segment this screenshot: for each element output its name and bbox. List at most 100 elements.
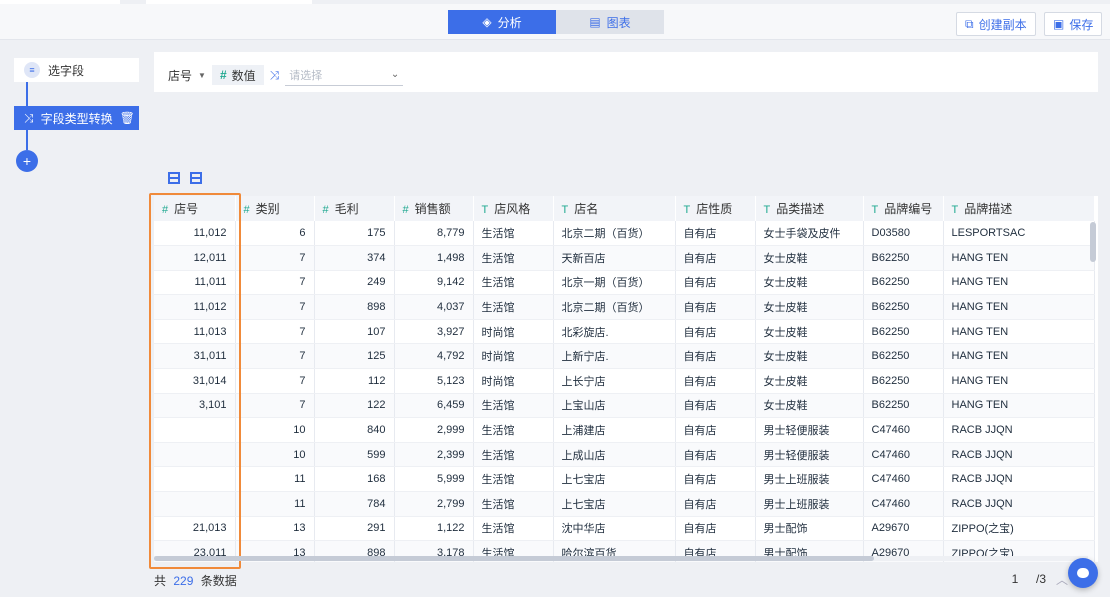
column-header[interactable]: T 店风格 xyxy=(473,196,554,221)
horizontal-scrollbar[interactable] xyxy=(154,556,1088,561)
tab-chart-label: 图表 xyxy=(606,15,631,30)
table-cell: 107 xyxy=(314,319,395,345)
table-row[interactable]: 11,013 7 107 3,927 时尚馆 北彩旋店. 自有店 女士皮鞋 B62250 HANG… xyxy=(154,319,1095,345)
table-cell: 249 xyxy=(314,270,395,296)
table-cell: B62250 xyxy=(863,245,944,271)
table-cell: 1,498 xyxy=(394,245,474,271)
table-cell: 11,012 xyxy=(154,294,236,320)
type-select[interactable]: 请选择 ⌄ xyxy=(285,64,404,86)
table-row[interactable]: 11 784 2,799 生活馆 上七宝店 自有店 男士上班服装 C47460 RACB JJQ… xyxy=(154,491,1095,517)
chevron-up-icon[interactable]: ︿ xyxy=(1056,571,1068,588)
column-header-label: 店性质 xyxy=(696,202,733,216)
chevron-down-icon[interactable]: ▼ xyxy=(198,71,206,80)
table-cell: 3,101 xyxy=(154,393,236,419)
table-cell: B62250 xyxy=(863,368,944,394)
number-type-icon: # xyxy=(322,204,329,216)
table-cell: 男士轻便服装 xyxy=(755,442,864,468)
chat-icon[interactable] xyxy=(1068,558,1098,588)
type-badge[interactable]: # 数值 xyxy=(211,65,264,85)
number-type-icon: # xyxy=(402,204,409,216)
table-cell: 4,792 xyxy=(394,343,474,370)
table-cell: HANG TEN xyxy=(943,270,1095,296)
view-tabs: ◈ 分析 ▤ 图表 xyxy=(448,10,664,34)
table-cell: HANG TEN xyxy=(943,245,1095,271)
column-header[interactable]: T 店名 xyxy=(553,196,676,221)
table-cell: 自有店 xyxy=(675,319,756,345)
table-row[interactable]: 10 599 2,399 生活馆 上成山店 自有店 男士轻便服装 C47460 RACB JJQ… xyxy=(154,442,1095,468)
table-cell xyxy=(154,491,236,517)
table-cell: 784 xyxy=(314,491,395,517)
table-cell: 7 xyxy=(235,343,315,370)
data-table: # 店号 # 类别 # 毛利 # 销售额 T 店风格 T 店名 T 店性质 T 品类描述 T 品牌编号 T 品牌描述 … xyxy=(154,196,1098,562)
table-cell: RACB JJQN xyxy=(943,491,1095,517)
table-cell: 女士皮鞋 xyxy=(755,343,864,370)
table-cell: 上宝山店 xyxy=(553,393,676,419)
table-cell: 8,779 xyxy=(394,221,474,247)
field-name: 店号 xyxy=(168,68,193,83)
table-cell: 175 xyxy=(314,221,395,247)
table-cell: 自有店 xyxy=(675,294,756,320)
tab-analyze[interactable]: ◈ 分析 xyxy=(448,10,556,34)
table-cell: 10 xyxy=(235,442,315,468)
table-cell: 上长宁店 xyxy=(553,368,676,394)
table-cell: 291 xyxy=(314,516,395,542)
column-header[interactable]: T 店性质 xyxy=(675,196,756,221)
table-view-icon[interactable] xyxy=(168,172,180,184)
column-header[interactable]: T 品牌编号 xyxy=(863,196,944,221)
table-cell: 自有店 xyxy=(675,270,756,296)
table-cell: 女士皮鞋 xyxy=(755,270,864,296)
tab-chart[interactable]: ▤ 图表 xyxy=(556,10,664,34)
column-header[interactable]: # 类别 xyxy=(235,196,315,221)
table-cell: 自有店 xyxy=(675,245,756,271)
field-config-panel: 店号 ▼ # 数值 ⤨ 请选择 ⌄ xyxy=(154,52,1098,92)
table-row[interactable]: 21,013 13 291 1,122 生活馆 沈中华店 自有店 男士配饰 A29670 ZIPP… xyxy=(154,516,1095,542)
table-cell: 5,123 xyxy=(394,368,474,394)
table-cell: 2,999 xyxy=(394,417,474,443)
table-cell: 374 xyxy=(314,245,395,271)
table-cell: 自有店 xyxy=(675,417,756,443)
table-cell: 2,399 xyxy=(394,442,474,468)
table-row[interactable]: 12,011 7 374 1,498 生活馆 天新百店 自有店 女士皮鞋 B62250 HANG … xyxy=(154,245,1095,271)
table-cell: 自有店 xyxy=(675,516,756,542)
column-header[interactable]: # 店号 xyxy=(154,196,236,221)
table-row[interactable]: 3,101 7 122 6,459 生活馆 上宝山店 自有店 女士皮鞋 B62250 HANG T… xyxy=(154,393,1095,419)
table-cell: A29670 xyxy=(863,516,944,542)
column-header[interactable]: T 品牌描述 xyxy=(943,196,1095,221)
table-row[interactable]: 11,012 7 898 4,037 生活馆 北京二期（百货） 自有店 女士皮鞋 B62250 H… xyxy=(154,294,1095,320)
table-cell: C47460 xyxy=(863,491,944,517)
text-type-icon: T xyxy=(951,204,959,216)
add-step-button[interactable]: + xyxy=(16,150,38,172)
column-header[interactable]: # 毛利 xyxy=(314,196,395,221)
table-row[interactable]: 11,012 6 175 8,779 生活馆 北京二期（百货） 自有店 女士手袋及皮件 D035… xyxy=(154,221,1095,247)
vertical-scrollbar[interactable] xyxy=(1090,222,1096,262)
table-cell: 21,013 xyxy=(154,516,236,542)
table-row[interactable]: 31,014 7 112 5,123 时尚馆 上长宁店 自有店 女士皮鞋 B62250 HANG … xyxy=(154,368,1095,394)
save-label: 保存 xyxy=(1069,17,1094,32)
create-copy-button[interactable]: ⧉ 创建副本 xyxy=(956,12,1036,36)
table-cell: 上浦建店 xyxy=(553,417,676,443)
table-cell: 上成山店 xyxy=(553,442,676,468)
table-cell: 自有店 xyxy=(675,491,756,517)
page-current[interactable]: 1 xyxy=(1004,570,1026,588)
table-cell xyxy=(154,466,236,493)
column-header[interactable]: T 品类描述 xyxy=(755,196,864,221)
table-cell: 31,014 xyxy=(154,368,236,394)
table-cell: 女士皮鞋 xyxy=(755,294,864,320)
trash-icon[interactable]: 🗑 xyxy=(120,111,135,125)
table-cell: B62250 xyxy=(863,270,944,296)
number-type-icon: # xyxy=(219,68,227,82)
step-type-convert[interactable]: ⤨ 字段类型转换 🗑 xyxy=(14,106,139,130)
table-row[interactable]: 11 168 5,999 生活馆 上七宝店 自有店 男士上班服装 C47460 RACB JJQ… xyxy=(154,466,1095,493)
table-cell: 女士皮鞋 xyxy=(755,319,864,345)
save-button[interactable]: ▣ 保存 xyxy=(1044,12,1103,36)
column-header[interactable]: # 销售额 xyxy=(394,196,474,221)
table-cell: 7 xyxy=(235,270,315,296)
table-cell: 男士上班服装 xyxy=(755,466,864,493)
table-row[interactable]: 31,011 7 125 4,792 时尚馆 上新宁店. 自有店 女士皮鞋 B62250 HANG… xyxy=(154,343,1095,370)
table-row[interactable]: 10 840 2,999 生活馆 上浦建店 自有店 男士轻便服装 C47460 RACB JJQ… xyxy=(154,417,1095,443)
table-row[interactable]: 11,011 7 249 9,142 生活馆 北京一期（百货） 自有店 女士皮鞋 B62250 H… xyxy=(154,270,1095,296)
step-select-fields[interactable]: ≡ 选字段 xyxy=(14,58,139,82)
grid-view-icon[interactable] xyxy=(190,172,202,184)
table-cell: 生活馆 xyxy=(473,221,554,247)
table-cell: 时尚馆 xyxy=(473,319,554,345)
